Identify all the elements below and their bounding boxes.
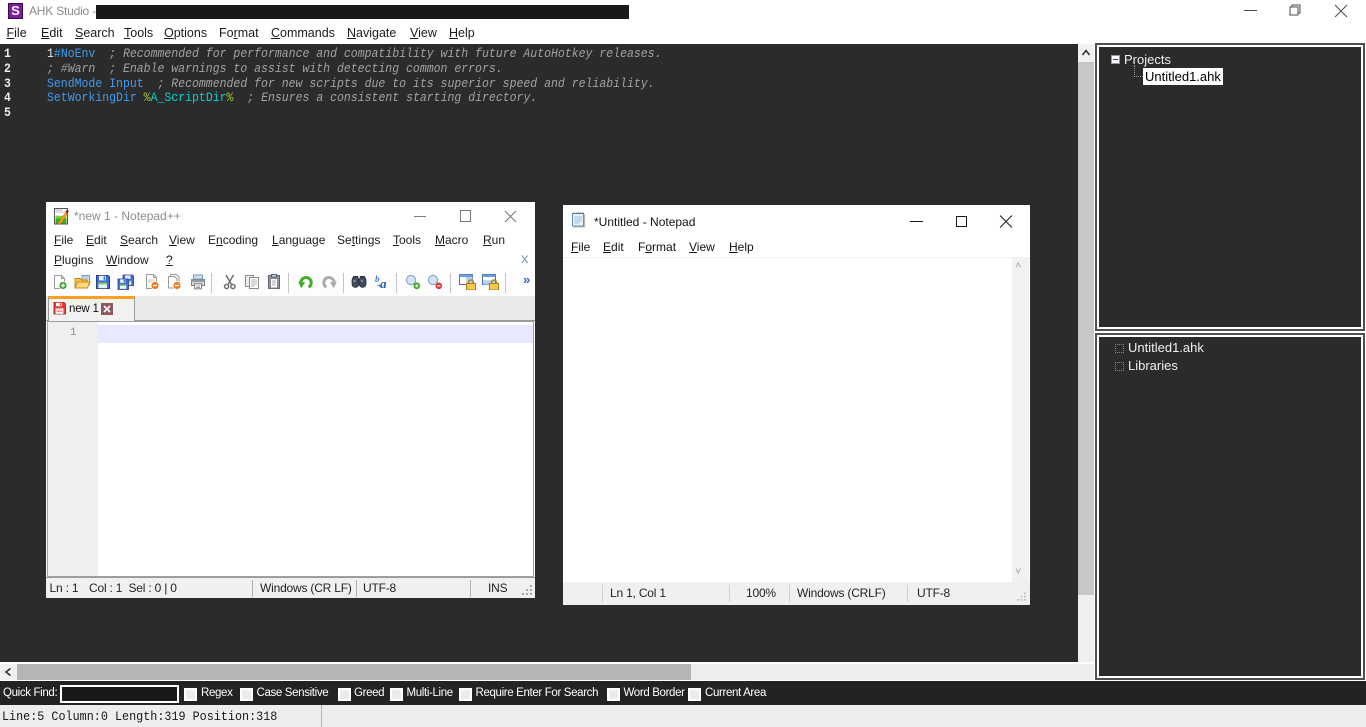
- svg-text:a: a: [380, 276, 387, 290]
